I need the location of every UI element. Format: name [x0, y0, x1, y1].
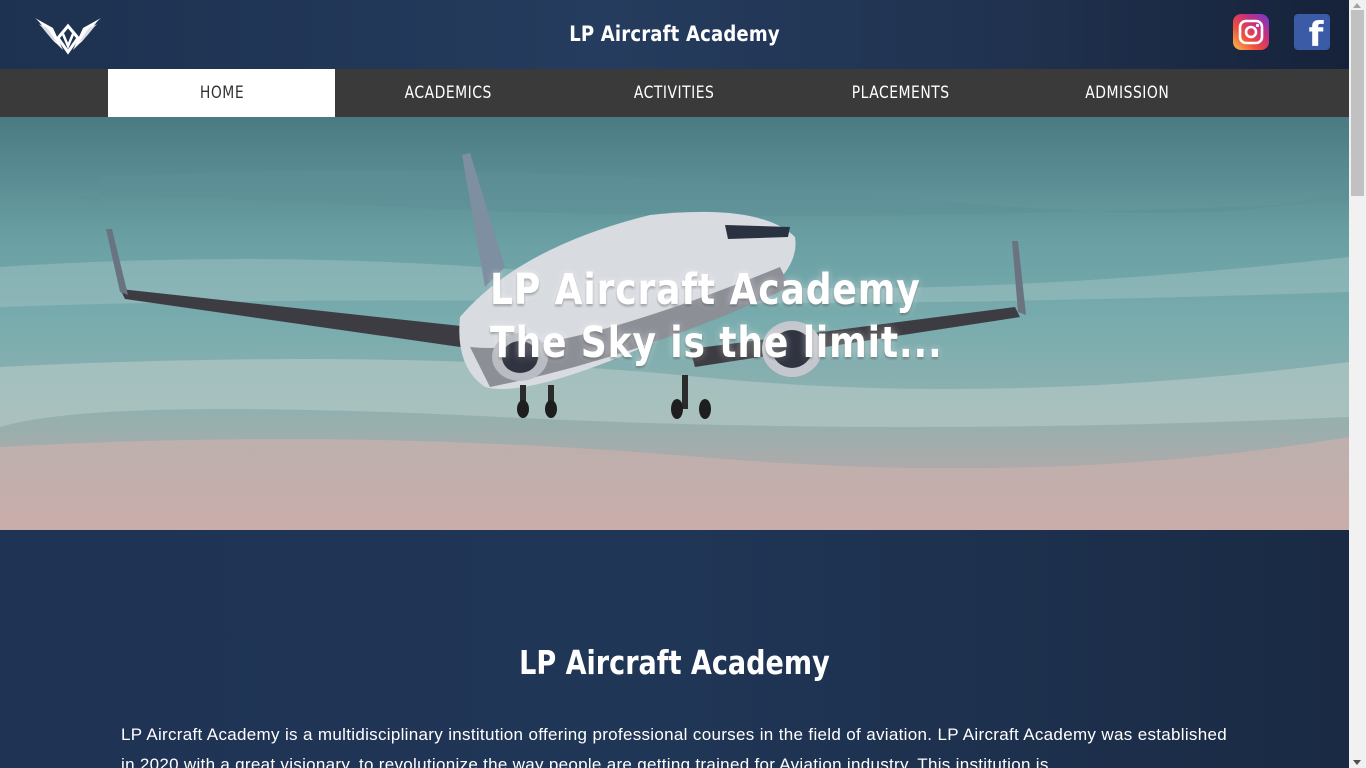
- instagram-icon: [1238, 19, 1264, 45]
- nav-item-placements[interactable]: PLACEMENTS: [787, 69, 1014, 117]
- nav-item-home[interactable]: HOME: [108, 69, 335, 117]
- nav-item-label: ADMISSION: [1085, 83, 1170, 103]
- instagram-link[interactable]: [1233, 14, 1269, 50]
- about-section: LP Aircraft Academy LP Aircraft Academy …: [0, 530, 1349, 768]
- nav-item-admission[interactable]: ADMISSION: [1014, 69, 1241, 117]
- vertical-scrollbar[interactable]: [1349, 0, 1366, 768]
- hero-title: LP Aircraft Academy: [490, 265, 921, 315]
- nav-item-label: ACTIVITIES: [634, 83, 715, 103]
- site-header: LP Aircraft Academy f: [0, 0, 1349, 69]
- scroll-up-arrow-icon[interactable]: [1353, 3, 1361, 8]
- main-nav: HOME ACADEMICS ACTIVITIES PLACEMENTS ADM…: [0, 69, 1349, 117]
- facebook-icon: f: [1308, 15, 1324, 55]
- nav-item-academics[interactable]: ACADEMICS: [335, 69, 562, 117]
- nav-item-label: PLACEMENTS: [851, 83, 950, 103]
- page: LP Aircraft Academy f HOME ACADEMICS ACT…: [0, 0, 1349, 768]
- site-title: LP Aircraft Academy: [569, 22, 780, 46]
- nav-item-activities[interactable]: ACTIVITIES: [561, 69, 788, 117]
- facebook-link[interactable]: f: [1294, 14, 1330, 55]
- about-paragraph: LP Aircraft Academy is a multidisciplina…: [121, 725, 1227, 768]
- about-title: LP Aircraft Academy: [0, 643, 1349, 682]
- nav-item-label: ACADEMICS: [404, 83, 493, 103]
- nav-item-label: HOME: [199, 83, 244, 103]
- scroll-down-arrow-icon[interactable]: [1353, 760, 1361, 765]
- hero-tagline: The Sky is the limit...: [490, 318, 943, 368]
- winged-emblem-icon[interactable]: [33, 14, 103, 56]
- hero-banner: LP Aircraft Academy The Sky is the limit…: [0, 117, 1349, 530]
- hero-heading: LP Aircraft Academy The Sky is the limit…: [490, 264, 943, 370]
- about-title-text: LP Aircraft Academy: [519, 643, 830, 682]
- scrollbar-thumb[interactable]: [1351, 10, 1364, 196]
